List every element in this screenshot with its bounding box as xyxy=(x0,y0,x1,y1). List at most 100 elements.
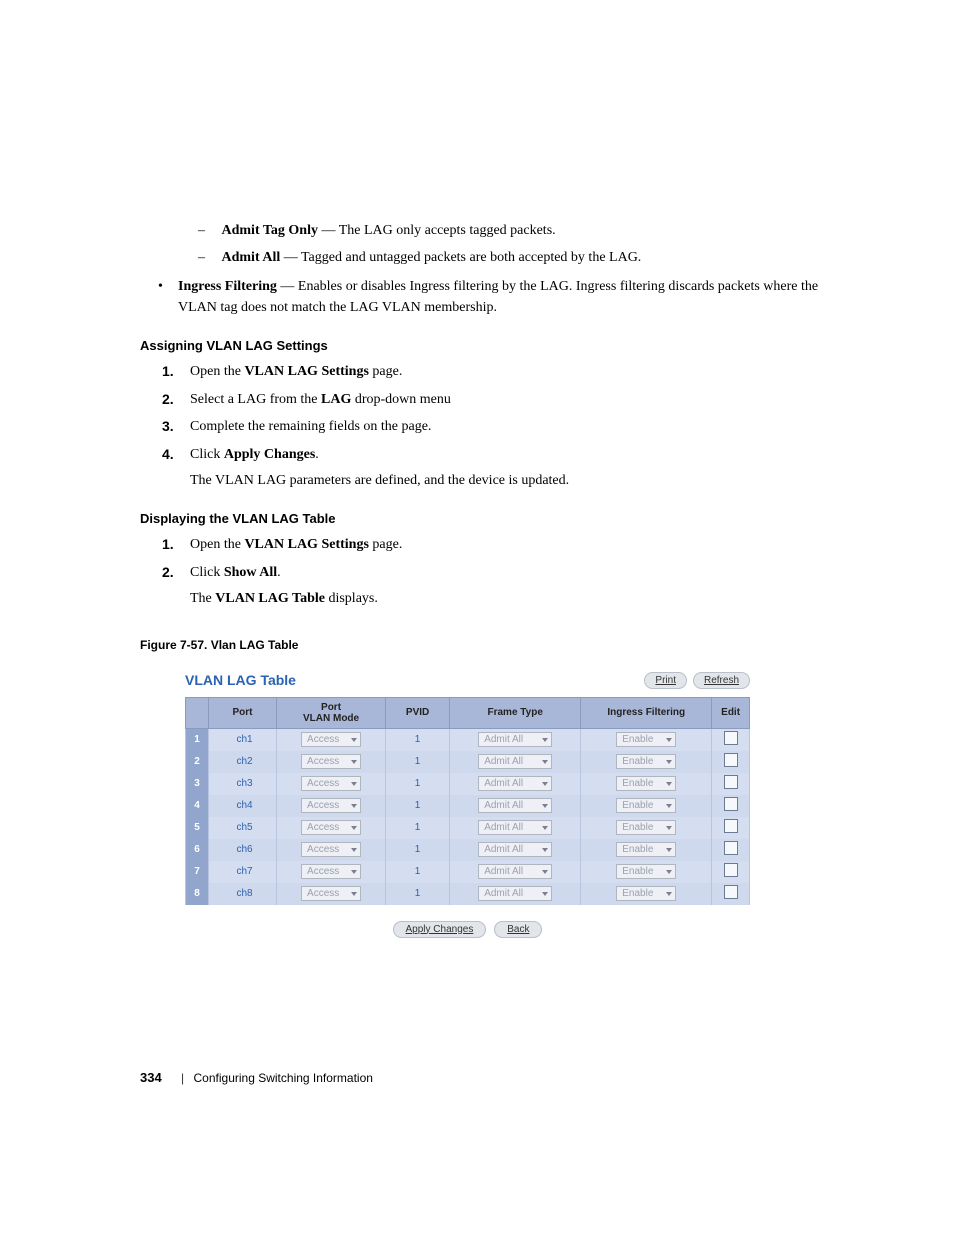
chevron-down-icon xyxy=(351,760,357,764)
frame-type-select[interactable]: Admit All xyxy=(478,842,552,857)
chevron-down-icon xyxy=(351,848,357,852)
step-2-2: Click Show All. The VLAN LAG Table displ… xyxy=(162,562,834,609)
col-frame-type: Frame Type xyxy=(450,697,581,728)
frame-type-select[interactable]: Admit All xyxy=(478,886,552,901)
table-row: 8ch8Access1Admit AllEnable xyxy=(186,883,750,905)
vlan-mode-select[interactable]: Access xyxy=(301,842,361,857)
table-row: 1ch1Access1Admit AllEnable xyxy=(186,728,750,751)
chevron-down-icon xyxy=(666,870,672,874)
row-number: 4 xyxy=(186,795,209,817)
frame-type-select[interactable]: Admit All xyxy=(478,798,552,813)
frame-type-select[interactable]: Admit All xyxy=(478,864,552,879)
vlan-lag-panel: VLAN LAG Table Print Refresh Port Port V… xyxy=(185,672,750,935)
edit-cell xyxy=(712,751,750,773)
edit-checkbox[interactable] xyxy=(724,819,738,833)
refresh-button[interactable]: Refresh xyxy=(693,672,750,689)
vlan-mode-cell: Access xyxy=(277,795,386,817)
edit-checkbox[interactable] xyxy=(724,753,738,767)
ingress-select[interactable]: Enable xyxy=(616,842,676,857)
vlan-mode-select[interactable]: Access xyxy=(301,732,361,747)
ingress-select[interactable]: Enable xyxy=(616,864,676,879)
edit-checkbox[interactable] xyxy=(724,841,738,855)
chevron-down-icon xyxy=(351,826,357,830)
chevron-down-icon xyxy=(351,870,357,874)
vlan-mode-select[interactable]: Access xyxy=(301,798,361,813)
bullet-list: Ingress Filtering — Enables or disables … xyxy=(158,276,834,318)
row-number: 6 xyxy=(186,839,209,861)
table-row: 7ch7 Access 1 Admit All Enable xyxy=(186,861,750,883)
frame-type-select[interactable]: Admit All xyxy=(478,776,552,791)
pvid-value: 1 xyxy=(386,817,450,839)
pvid-value: 1 xyxy=(386,795,450,817)
ingress-select[interactable]: Enable xyxy=(616,798,676,813)
chevron-down-icon xyxy=(542,826,548,830)
page-number: 334 xyxy=(140,1070,162,1085)
port-link[interactable]: ch8 xyxy=(209,883,277,905)
frame-type-cell: Admit All xyxy=(450,795,581,817)
ingress-cell: Enable xyxy=(581,773,712,795)
chevron-down-icon xyxy=(542,848,548,852)
vlan-mode-select[interactable]: Access xyxy=(301,776,361,791)
chevron-down-icon xyxy=(351,738,357,742)
chevron-down-icon xyxy=(351,804,357,808)
numbered-list-2: Open the VLAN LAG Settings page. Click S… xyxy=(162,534,834,609)
chevron-down-icon xyxy=(542,870,548,874)
print-button[interactable]: Print xyxy=(644,672,687,689)
vlan-mode-cell: Access xyxy=(277,839,386,861)
ingress-cell: Enable xyxy=(581,839,712,861)
bullet-ingress-filtering: Ingress Filtering — Enables or disables … xyxy=(158,276,834,318)
frame-type-cell: Admit All xyxy=(450,728,581,751)
ingress-cell: Enable xyxy=(581,728,712,751)
numbered-list-1: Open the VLAN LAG Settings page. Select … xyxy=(162,361,834,491)
pvid-value: 1 xyxy=(386,839,450,861)
vlan-mode-cell: Access xyxy=(277,883,386,905)
row-number: 7 xyxy=(186,861,209,883)
vlan-mode-select[interactable]: Access xyxy=(301,886,361,901)
document-page: Admit Tag Only — The LAG only accepts ta… xyxy=(0,0,954,1235)
edit-checkbox[interactable] xyxy=(724,885,738,899)
ingress-select[interactable]: Enable xyxy=(616,820,676,835)
table-row: 3ch3Access1Admit AllEnable xyxy=(186,773,750,795)
back-button[interactable]: Back xyxy=(494,921,542,938)
pvid-value: 1 xyxy=(386,773,450,795)
chevron-down-icon xyxy=(666,804,672,808)
port-link[interactable]: ch1 xyxy=(209,728,277,751)
edit-checkbox[interactable] xyxy=(724,731,738,745)
col-port: Port xyxy=(209,697,277,728)
chevron-down-icon xyxy=(351,892,357,896)
ingress-select[interactable]: Enable xyxy=(616,776,676,791)
col-vlan-mode: Port VLAN Mode xyxy=(277,697,386,728)
frame-type-select[interactable]: Admit All xyxy=(478,820,552,835)
edit-checkbox[interactable] xyxy=(724,797,738,811)
vlan-mode-select[interactable]: Access xyxy=(301,754,361,769)
pvid-value: 1 xyxy=(386,861,450,883)
chevron-down-icon xyxy=(666,738,672,742)
frame-type-select[interactable]: Admit All xyxy=(478,754,552,769)
ingress-select[interactable]: Enable xyxy=(616,754,676,769)
bullet-admit-tag-only: Admit Tag Only — The LAG only accepts ta… xyxy=(198,220,834,241)
frame-type-cell: Admit All xyxy=(450,839,581,861)
frame-type-cell: Admit All xyxy=(450,883,581,905)
ingress-select[interactable]: Enable xyxy=(616,886,676,901)
frame-type-select[interactable]: Admit All xyxy=(478,732,552,747)
chapter-title: Configuring Switching Information xyxy=(194,1071,373,1085)
panel-actions: Print Refresh xyxy=(644,672,750,689)
frame-type-cell: Admit All xyxy=(450,773,581,795)
panel-header: VLAN LAG Table Print Refresh xyxy=(185,672,750,689)
chevron-down-icon xyxy=(666,760,672,764)
port-link[interactable]: ch6 xyxy=(209,839,277,861)
apply-changes-button[interactable]: Apply Changes xyxy=(393,921,487,938)
edit-checkbox[interactable] xyxy=(724,775,738,789)
edit-checkbox[interactable] xyxy=(724,863,738,877)
port-link[interactable]: ch3 xyxy=(209,773,277,795)
port-link[interactable]: ch7 xyxy=(209,861,277,883)
port-link[interactable]: ch5 xyxy=(209,817,277,839)
port-link[interactable]: ch4 xyxy=(209,795,277,817)
ingress-cell: Enable xyxy=(581,751,712,773)
vlan-mode-select[interactable]: Access xyxy=(301,820,361,835)
vlan-mode-select[interactable]: Access xyxy=(301,864,361,879)
ingress-select[interactable]: Enable xyxy=(616,732,676,747)
pvid-value: 1 xyxy=(386,728,450,751)
port-link[interactable]: ch2 xyxy=(209,751,277,773)
table-row: 6ch6 Access 1 Admit All Enable xyxy=(186,839,750,861)
